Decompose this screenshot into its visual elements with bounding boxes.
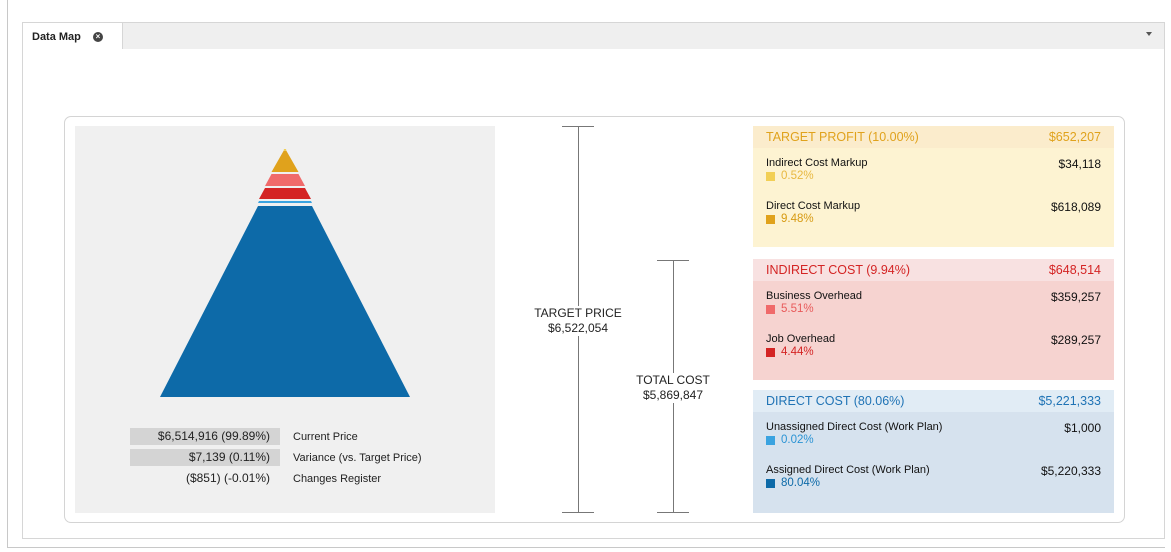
pyramid-job-overhead xyxy=(259,188,311,199)
legend-changes-register-label: Changes Register xyxy=(293,472,382,485)
pyramid-direct-markup xyxy=(271,151,299,172)
direct-cost-header: DIRECT COST (80.06%) $5,221,333 xyxy=(753,390,1114,412)
target-profit-section: TARGET PROFIT (10.00%) $652,207 Indirect… xyxy=(753,126,1114,247)
tab-bar: Data Map × xyxy=(22,22,1165,51)
direct-cost-markup-label: Direct Cost Markup xyxy=(766,200,861,212)
pyramid-assigned-direct xyxy=(160,206,410,397)
legend-changes-register-value: ($851) (-0.01%) xyxy=(185,471,270,485)
legend-current-price-value: $6,514,916 (99.89%) xyxy=(130,428,280,445)
job-overhead-label: Job Overhead xyxy=(766,333,836,345)
assigned-direct-cost-label: Assigned Direct Cost (Work Plan) xyxy=(766,464,930,476)
assigned-direct-cost-pct: 80.04% xyxy=(781,477,821,489)
legend-variance-value: $7,139 (0.11%) xyxy=(130,449,280,466)
color-swatch xyxy=(766,435,775,445)
legend-current-price-label: Current Price xyxy=(293,430,358,443)
color-swatch xyxy=(766,214,775,224)
unassigned-direct-cost-pct: 0.02% xyxy=(781,434,814,446)
tab-data-map[interactable]: Data Map × xyxy=(23,23,123,51)
tab-title: Data Map xyxy=(32,31,81,43)
legend-changes-register: ($851) (-0.01%) Changes Register xyxy=(130,470,381,487)
legend-variance-label: Variance (vs. Target Price) xyxy=(293,451,422,464)
business-overhead-label: Business Overhead xyxy=(766,290,862,302)
indirect-cost-section: INDIRECT COST (9.94%) $648,514 Business … xyxy=(753,259,1114,380)
assigned-direct-cost-value: $5,220,333 xyxy=(1040,464,1101,478)
total-cost-value: $5,869,847 xyxy=(642,388,704,402)
direct-cost-section: DIRECT COST (80.06%) $5,221,333 Unassign… xyxy=(753,390,1114,513)
indirect-cost-total: $648,514 xyxy=(1048,263,1101,277)
legend-current-price: $6,514,916 (99.89%) Current Price xyxy=(130,428,358,445)
direct-cost-markup-value: $618,089 xyxy=(1050,200,1101,214)
list-item: Direct Cost Markup $618,089 9.48% xyxy=(766,191,1101,234)
direct-cost-total: $5,221,333 xyxy=(1038,394,1101,408)
direct-cost-title: DIRECT COST (80.06%) xyxy=(766,394,905,408)
target-profit-total: $652,207 xyxy=(1048,130,1101,144)
color-swatch xyxy=(766,171,775,181)
list-item: Unassigned Direct Cost (Work Plan) $1,00… xyxy=(766,412,1101,455)
target-price-value: $6,522,054 xyxy=(547,321,609,335)
list-item: Indirect Cost Markup $34,118 0.52% xyxy=(766,148,1101,191)
color-swatch xyxy=(766,478,775,488)
pyramid-business-overhead xyxy=(265,174,305,186)
target-price-label: TARGET PRICE $6,522,054 xyxy=(528,306,628,336)
business-overhead-pct: 5.51% xyxy=(781,303,814,315)
job-overhead-value: $289,257 xyxy=(1050,333,1101,347)
unassigned-direct-cost-label: Unassigned Direct Cost (Work Plan) xyxy=(766,421,943,433)
job-overhead-pct: 4.44% xyxy=(781,346,814,358)
target-profit-header: TARGET PROFIT (10.00%) $652,207 xyxy=(753,126,1114,148)
target-profit-title: TARGET PROFIT (10.00%) xyxy=(766,130,919,144)
pyramid-indirect-markup xyxy=(283,149,287,151)
target-price-title: TARGET PRICE xyxy=(534,306,622,320)
indirect-cost-markup-value: $34,118 xyxy=(1058,157,1102,171)
close-icon[interactable]: × xyxy=(92,32,103,42)
total-cost-label: TOTAL COST $5,869,847 xyxy=(623,373,723,403)
legend-variance: $7,139 (0.11%) Variance (vs. Target Pric… xyxy=(130,449,422,466)
list-item: Business Overhead $359,257 5.51% xyxy=(766,281,1101,324)
indirect-cost-title: INDIRECT COST (9.94%) xyxy=(766,263,911,277)
total-cost-title: TOTAL COST xyxy=(636,373,710,387)
chevron-down-icon[interactable] xyxy=(1146,32,1152,36)
business-overhead-value: $359,257 xyxy=(1050,290,1101,304)
indirect-cost-header: INDIRECT COST (9.94%) $648,514 xyxy=(753,259,1114,281)
color-swatch xyxy=(766,304,775,314)
direct-cost-markup-pct: 9.48% xyxy=(781,213,814,225)
list-item: Assigned Direct Cost (Work Plan) $5,220,… xyxy=(766,455,1101,498)
indirect-cost-markup-pct: 0.52% xyxy=(781,170,814,182)
indirect-cost-markup-label: Indirect Cost Markup xyxy=(766,157,868,169)
unassigned-direct-cost-value: $1,000 xyxy=(1064,421,1101,435)
pyramid-unassigned-direct xyxy=(258,201,312,203)
list-item: Job Overhead $289,257 4.44% xyxy=(766,324,1101,367)
color-swatch xyxy=(766,347,775,357)
